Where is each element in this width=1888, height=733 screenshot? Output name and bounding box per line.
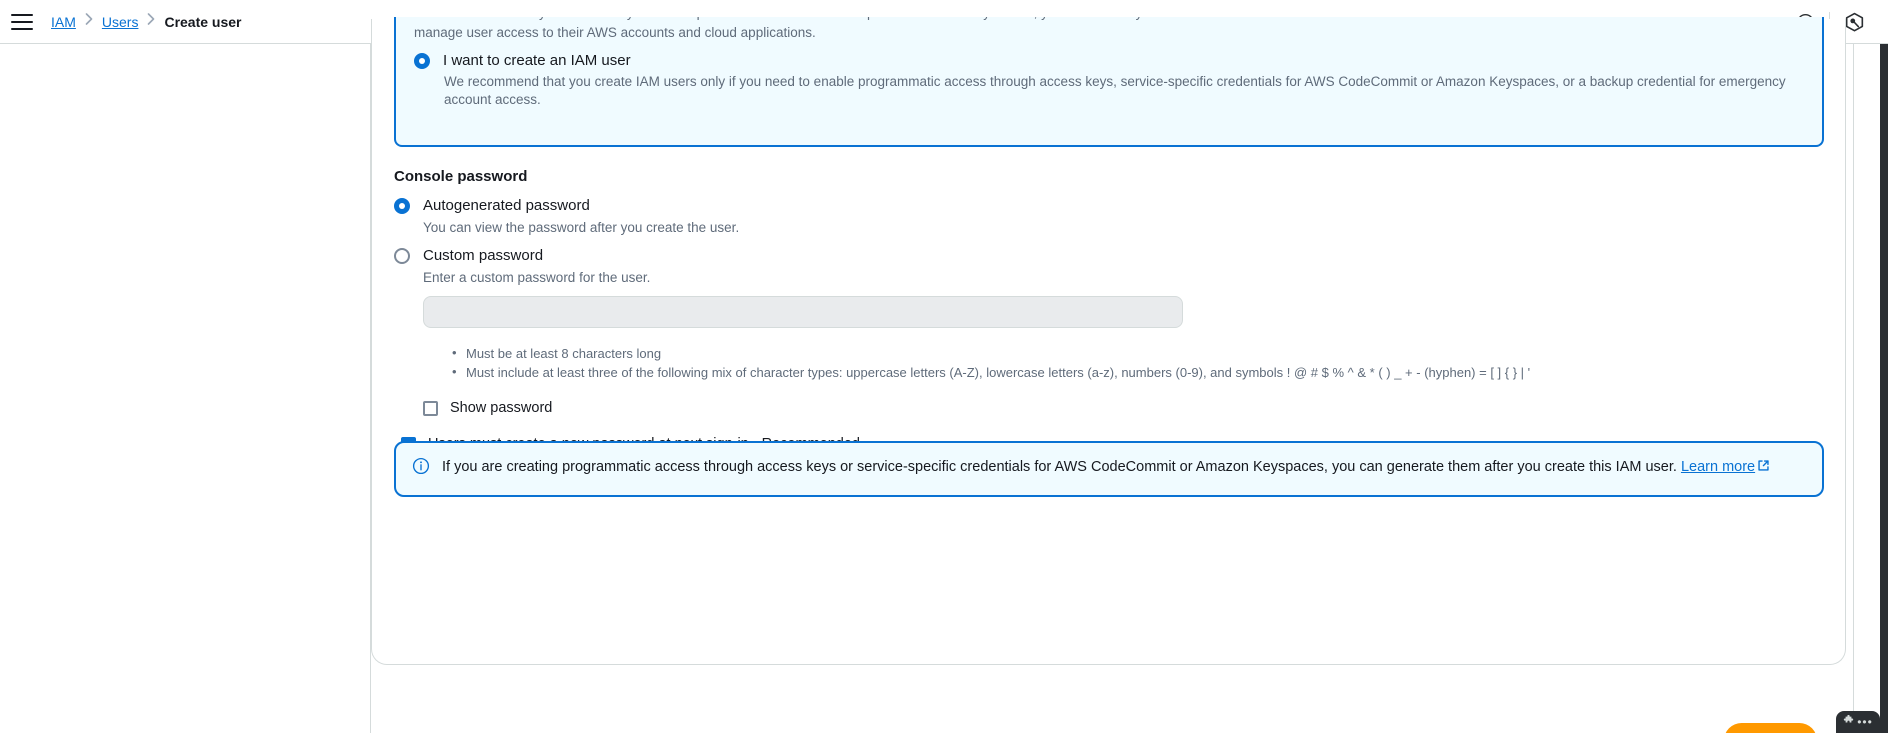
info-alert-text: If you are creating programmatic access … (442, 455, 1772, 481)
external-link-icon (1757, 456, 1770, 481)
info-alert-body: If you are creating programmatic access … (442, 459, 1681, 475)
breadcrumb-item-iam[interactable]: IAM (51, 12, 76, 32)
radio-iam-user-label: I want to create an IAM user (443, 52, 631, 69)
page-body: We recommend that you use Identity Cente… (0, 17, 1888, 733)
vertical-scrollbar[interactable] (1880, 44, 1888, 733)
radio-custom-label: Custom password (423, 247, 544, 264)
radio-autogenerated-description: You can view the password after you crea… (423, 220, 740, 235)
learn-more-link[interactable]: Learn more (1681, 459, 1755, 475)
form-footer-actions: Cancel Next (371, 704, 1853, 733)
breadcrumb-item-create-user: Create user (164, 13, 242, 30)
show-password-checkbox[interactable] (423, 401, 438, 416)
cancel-button[interactable]: Cancel (1631, 726, 1700, 733)
chevron-right-icon (85, 13, 93, 28)
next-button[interactable]: Next (1724, 723, 1817, 733)
radio-option-autogenerated-password[interactable]: Autogenerated password (394, 196, 1804, 216)
show-password-label: Show password (450, 400, 553, 416)
password-requirement-item: Must include at least three of the follo… (452, 362, 1804, 382)
identity-center-text-line2: manage user access to their AWS accounts… (414, 25, 816, 40)
radio-autogenerated-label: Autogenerated password (423, 197, 590, 214)
chevron-right-icon-2 (147, 13, 155, 28)
breadcrumb-item-users[interactable]: Users (102, 12, 139, 32)
hamburger-menu-icon[interactable] (11, 13, 33, 30)
radio-option-iam-user[interactable]: I want to create an IAM user (414, 51, 631, 71)
password-requirements-list: Must be at least 8 characters long Must … (452, 343, 1804, 382)
console-password-title: Console password (394, 168, 528, 185)
radio-iam-user-indicator[interactable] (414, 53, 430, 69)
identity-center-recommendation-panel: We recommend that you use Identity Cente… (394, 17, 1824, 147)
console-password-section: Console password Autogenerated password … (394, 167, 1804, 477)
radio-iam-user-description: We recommend that you create IAM users o… (444, 74, 1786, 107)
custom-password-input[interactable] (423, 296, 1183, 328)
right-panel-divider (1853, 44, 1854, 733)
show-password-checkbox-row[interactable]: Show password (423, 399, 1804, 418)
extension-overflow-dots[interactable]: ••• (1857, 716, 1873, 728)
browser-extension-badge[interactable]: ••• (1836, 711, 1880, 733)
extension-puzzle-icon (1843, 713, 1854, 731)
info-circle-icon (412, 457, 430, 480)
radio-autogenerated-indicator[interactable] (394, 198, 410, 214)
radio-custom-indicator[interactable] (394, 248, 410, 264)
create-user-form-card: We recommend that you use Identity Cente… (371, 17, 1846, 665)
radio-custom-description: Enter a custom password for the user. (423, 270, 651, 285)
programmatic-access-info-alert: If you are creating programmatic access … (394, 441, 1824, 497)
breadcrumb: IAM Users Create user (51, 12, 242, 32)
left-sidebar-panel (0, 44, 371, 733)
radio-option-custom-password[interactable]: Custom password (394, 246, 1804, 266)
password-requirement-item: Must be at least 8 characters long (452, 343, 1804, 363)
